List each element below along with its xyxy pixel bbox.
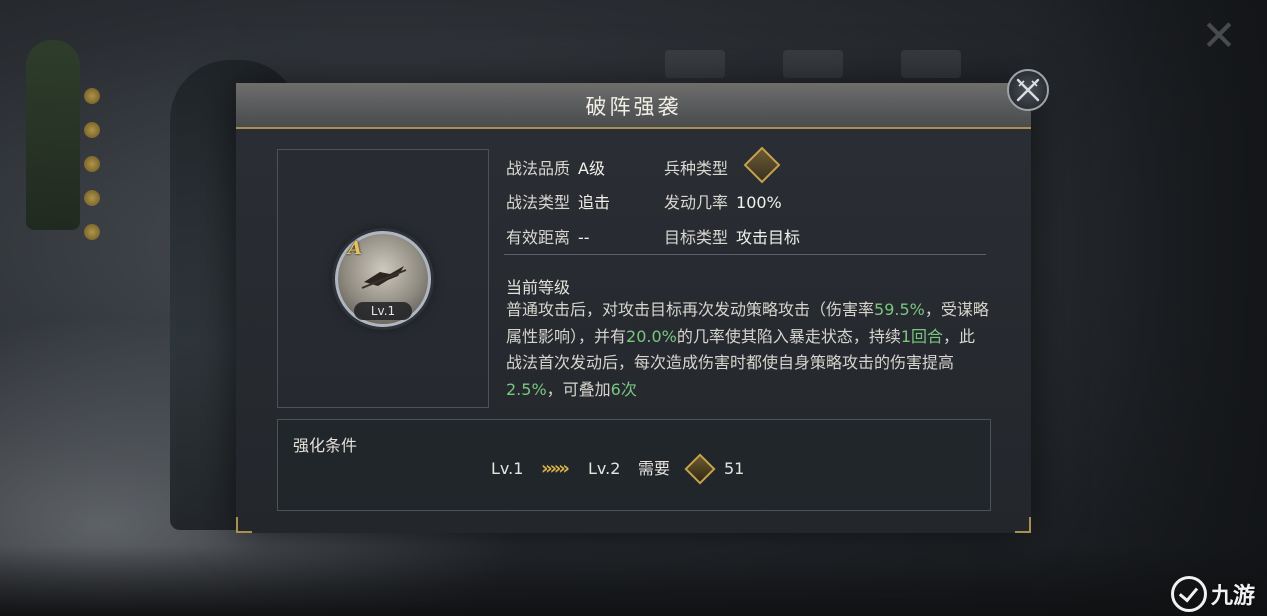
quality-row: 战法品质 A级 [506, 155, 605, 179]
warrior-icon [361, 266, 407, 289]
description-text: 普通攻击后，对攻击目标再次发动策略攻击（伤害率 [506, 300, 875, 319]
description-highlight: 20.0% [626, 326, 677, 346]
skill-medal: A Lv.1 [335, 231, 431, 327]
target-label: 目标类型 [664, 228, 729, 247]
description-text: ，可叠加 [546, 379, 611, 399]
troop-row: 兵种类型 [664, 155, 728, 179]
upgrade-requirement-row: Lv.1 »»» Lv.2 需要 51 [278, 453, 990, 485]
background-star-icon [84, 122, 100, 138]
skill-grade-letter: A [348, 238, 362, 259]
from-level: Lv.1 [491, 459, 524, 478]
background-star-icon [84, 190, 100, 206]
description-text: 的几率使其陷入暴走状态，持续 [676, 326, 901, 346]
cost-value: 51 [724, 459, 745, 478]
background-star-icon [84, 224, 100, 240]
watermark-text: 九游 [1210, 584, 1255, 609]
description-highlight: 59.5% [874, 300, 925, 319]
watermark-logo-icon [1170, 576, 1207, 612]
to-level: Lv.2 [588, 459, 621, 478]
target-value: 攻击目标 [736, 228, 801, 247]
quality-label: 战法品质 [506, 159, 571, 178]
rate-value: 100% [736, 193, 782, 212]
description-highlight: 2.5% [506, 379, 547, 399]
horse-troop-icon [743, 146, 781, 184]
description-highlight: 1回合 [900, 326, 944, 346]
info-divider [504, 254, 986, 255]
range-label: 有效距离 [506, 228, 571, 247]
range-value: -- [578, 228, 590, 247]
watermark: 九游 [1170, 576, 1255, 612]
background-bottom-shade [0, 546, 1267, 616]
corner-ornament [236, 517, 252, 533]
dialog-title: 破阵强袭 [585, 95, 682, 119]
range-row: 有效距离 -- [506, 224, 590, 248]
crossed-swords-icon [1016, 78, 1040, 102]
arrow-right-icon: »»» [541, 458, 570, 479]
type-label: 战法类型 [506, 193, 571, 212]
need-label: 需要 [638, 459, 671, 478]
type-row: 战法类型 追击 [506, 189, 610, 213]
rate-row: 发动几率 100% [664, 189, 782, 213]
upgrade-panel: 强化条件 Lv.1 »»» Lv.2 需要 51 [277, 419, 991, 511]
background-right-shade [1027, 0, 1267, 616]
background-tabs [665, 50, 961, 78]
skill-description: 普通攻击后，对攻击目标再次发动策略攻击（伤害率59.5%，受谋略属性影响），并有… [506, 297, 990, 403]
background-banner [26, 40, 80, 230]
upgrade-title: 强化条件 [293, 436, 358, 455]
background-star-icon [84, 88, 100, 104]
skill-detail-dialog: 破阵强袭 A Lv.1 战法品质 A级 兵种类型 战法类型 追击 发动几率 100% … [236, 83, 1031, 533]
type-value: 追击 [578, 193, 611, 212]
quality-value: A级 [578, 159, 605, 178]
troop-label: 兵种类型 [664, 159, 729, 178]
corner-ornament [1015, 517, 1031, 533]
dialog-header: 破阵强袭 [236, 83, 1031, 129]
description-title: 当前等级 [506, 278, 571, 297]
description-highlight: 6次 [610, 379, 637, 399]
background-close-icon: ✕ [1201, 11, 1237, 60]
target-row: 目标类型 攻击目标 [664, 224, 800, 248]
skill-icon-panel: A Lv.1 [277, 149, 489, 408]
skill-level-badge: Lv.1 [354, 302, 412, 320]
close-button[interactable] [1007, 69, 1049, 111]
skill-point-coin-icon [684, 453, 716, 485]
rate-label: 发动几率 [664, 193, 729, 212]
background-star-icon [84, 156, 100, 172]
